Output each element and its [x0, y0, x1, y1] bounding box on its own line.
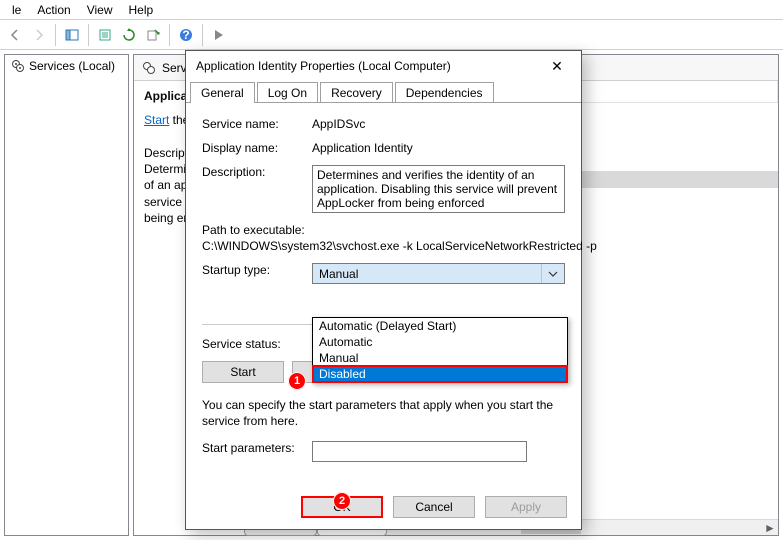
separator: [88, 24, 89, 46]
menu-action[interactable]: Action: [29, 1, 78, 19]
tree-pane: Services (Local): [4, 54, 129, 536]
export-list-button[interactable]: [94, 24, 116, 46]
label-startup-type: Startup type:: [202, 263, 312, 277]
back-button[interactable]: [4, 24, 26, 46]
tab-recovery[interactable]: Recovery: [320, 82, 393, 102]
start-button[interactable]: Start: [202, 361, 284, 383]
chevron-down-icon: [541, 264, 558, 283]
scroll-right-icon[interactable]: ►: [762, 520, 778, 536]
startup-type-combo[interactable]: Manual: [312, 263, 565, 284]
services-icon: [11, 59, 25, 73]
tree-label: Services (Local): [29, 59, 115, 73]
dropdown-option[interactable]: Manual: [313, 350, 567, 366]
label-display-name: Display name:: [202, 141, 312, 155]
show-hide-tree-button[interactable]: [61, 24, 83, 46]
start-service-link[interactable]: Start: [144, 113, 169, 127]
value-path: C:\WINDOWS\system32\svchost.exe -k Local…: [202, 239, 597, 253]
label-service-name: Service name:: [202, 117, 312, 131]
help-button[interactable]: ?: [175, 24, 197, 46]
services-icon: [142, 61, 156, 75]
separator: [55, 24, 56, 46]
callout-2: 2: [333, 492, 351, 510]
dropdown-option[interactable]: Automatic: [313, 334, 567, 350]
label-start-params: Start parameters:: [202, 441, 312, 455]
svg-text:?: ?: [182, 28, 189, 42]
value-description[interactable]: [312, 165, 565, 213]
export-button[interactable]: [142, 24, 164, 46]
label-description: Description:: [202, 165, 312, 179]
startup-type-dropdown[interactable]: Automatic (Delayed Start)AutomaticManual…: [312, 317, 568, 383]
close-icon[interactable]: ✕: [543, 55, 571, 77]
apply-button: Apply: [485, 496, 567, 518]
value-service-name: AppIDSvc: [312, 117, 565, 131]
tab-dependencies[interactable]: Dependencies: [395, 82, 494, 102]
start-service-button[interactable]: [208, 24, 230, 46]
callout-1: 1: [288, 372, 306, 390]
value-display-name: Application Identity: [312, 141, 565, 155]
menu-view[interactable]: View: [79, 1, 121, 19]
refresh-button[interactable]: [118, 24, 140, 46]
toolbar: ?: [0, 20, 783, 50]
menubar: le Action View Help: [0, 0, 783, 20]
help-text: You can specify the start parameters tha…: [202, 397, 565, 429]
separator: [202, 24, 203, 46]
cancel-button[interactable]: Cancel: [393, 496, 475, 518]
separator: [169, 24, 170, 46]
combo-selected: Manual: [319, 267, 358, 281]
menu-help[interactable]: Help: [121, 1, 162, 19]
dropdown-option[interactable]: Automatic (Delayed Start): [313, 318, 567, 334]
label-path: Path to executable:: [202, 223, 305, 237]
forward-button[interactable]: [28, 24, 50, 46]
dialog-title: Application Identity Properties (Local C…: [196, 59, 451, 73]
tab-logon[interactable]: Log On: [257, 82, 318, 102]
dialog-tabs: General Log On Recovery Dependencies: [186, 81, 581, 103]
menu-file[interactable]: le: [4, 1, 29, 19]
tab-general[interactable]: General: [190, 82, 255, 103]
dialog-titlebar[interactable]: Application Identity Properties (Local C…: [186, 51, 581, 81]
dialog-body: Service name:AppIDSvc Display name:Appli…: [186, 103, 581, 485]
label-service-status: Service status:: [202, 337, 312, 351]
dropdown-option[interactable]: Disabled: [313, 366, 567, 382]
dialog-footer: OK Cancel Apply: [186, 485, 581, 529]
start-parameters-input[interactable]: [312, 441, 527, 462]
properties-dialog: Application Identity Properties (Local C…: [185, 50, 582, 530]
tree-node-services[interactable]: Services (Local): [11, 59, 122, 73]
